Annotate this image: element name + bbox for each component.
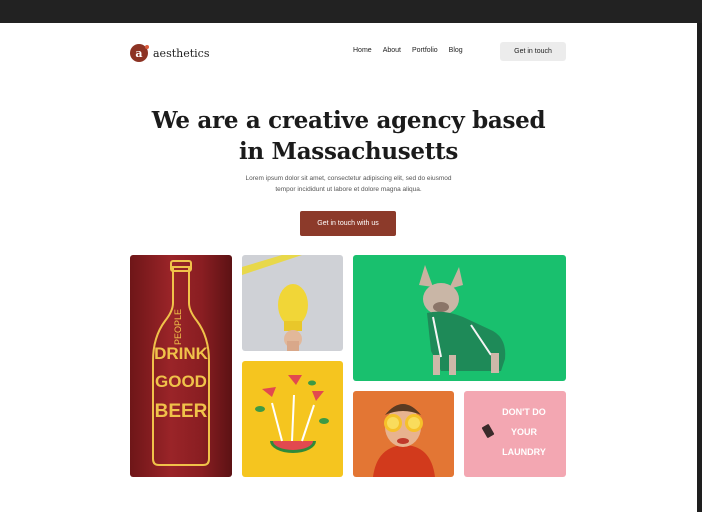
beer-text-good: GOOD [155, 372, 207, 391]
yellow-head-sculpture-image[interactable] [242, 255, 343, 351]
girl-illustration [373, 404, 435, 477]
beer-bottle-illustration: PEOPLE DRINK GOOD BEER [152, 260, 210, 466]
logo-mark-icon: a [130, 44, 149, 62]
hero-title-line-2: in Massachusetts [238, 138, 459, 165]
nav-portfolio[interactable]: Portfolio [412, 47, 438, 54]
beer-poster-image[interactable]: PEOPLE DRINK GOOD BEER [130, 255, 232, 477]
french-bulldog-image[interactable] [353, 255, 566, 381]
head-sculpture-illustration [242, 255, 308, 351]
nav-home[interactable]: Home [353, 47, 372, 54]
beer-text-people: PEOPLE [173, 309, 183, 345]
brand-logo[interactable]: a aesthetics [130, 44, 209, 62]
hero-subtitle-line-1: Lorem ipsum dolor sit amet, consectetur … [245, 175, 452, 182]
browser-top-bar [0, 0, 702, 23]
hero-subtitle: Lorem ipsum dolor sit amet, consectetur … [190, 173, 507, 195]
nav-about[interactable]: About [383, 47, 401, 54]
hero-subtitle-line-2: tempor incididunt ut labore et dolore ma… [275, 186, 422, 193]
laundry-poster-image[interactable]: DON'T DO YOUR LAUNDRY [464, 391, 566, 477]
lemon-glasses-girl-image[interactable] [353, 391, 454, 477]
brand-name: aesthetics [153, 46, 210, 60]
get-in-touch-button[interactable]: Get in touch [500, 42, 566, 61]
get-in-touch-with-us-button[interactable]: Get in touch with us [300, 211, 396, 236]
dog-illustration [419, 265, 506, 375]
beer-text-beer: BEER [155, 401, 208, 422]
hero-title-line-1: We are a creative agency based [151, 107, 546, 134]
nav-blog[interactable]: Blog [449, 47, 463, 54]
watermelon-cocktail-image[interactable] [242, 361, 343, 477]
beer-text-drink: DRINK [154, 344, 209, 363]
laundry-poster-illustration: DON'T DO YOUR LAUNDRY [481, 407, 546, 457]
hero-title: We are a creative agency based in Massac… [120, 105, 577, 167]
window-right-edge [697, 23, 702, 512]
poster-text-line-1: DON'T DO [502, 407, 546, 417]
watermelon-illustration [255, 375, 329, 453]
poster-text-line-2: YOUR [511, 427, 538, 437]
poster-text-line-3: LAUNDRY [502, 447, 546, 457]
web-page: a aesthetics Home About Portfolio Blog G… [0, 23, 697, 512]
main-nav: Home About Portfolio Blog [353, 47, 474, 54]
